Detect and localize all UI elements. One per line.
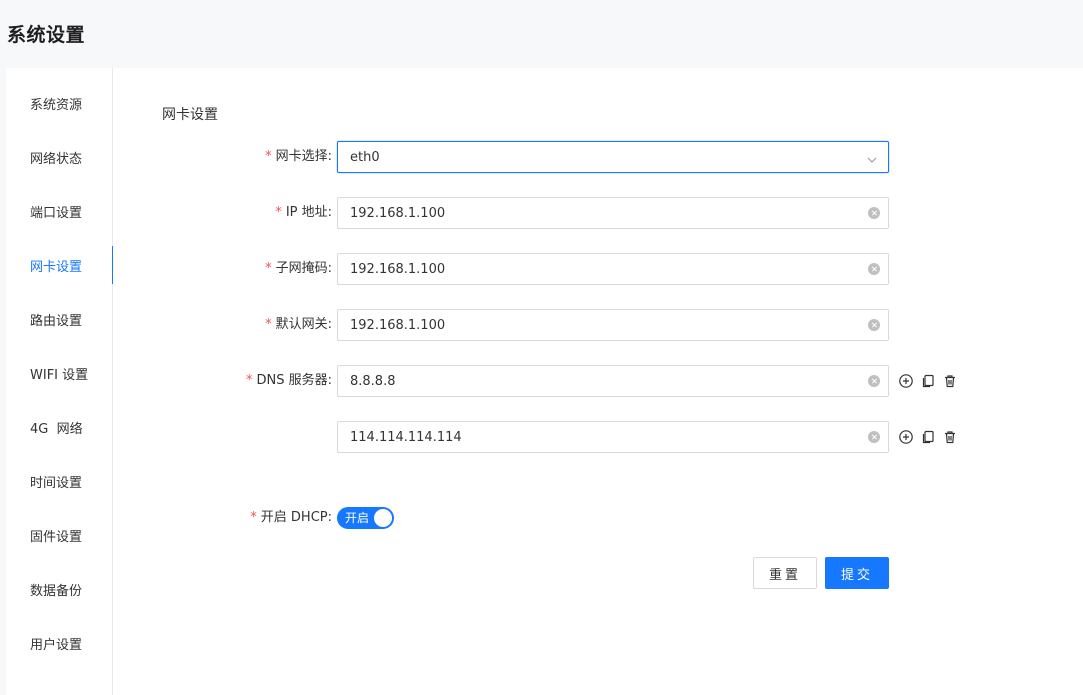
sidebar-item-port-settings[interactable]: 端口设置 [6, 192, 113, 230]
ip-row: * IP 地址: 192.168.1.100 [113, 197, 1083, 229]
dns-input-1[interactable]: 8.8.8.8 [337, 365, 889, 397]
sidebar: 系统资源 网络状态 端口设置 网卡设置 路由设置 WIFI 设置 4G 网络 时… [6, 68, 114, 695]
dhcp-label: * 开启 DHCP: [250, 510, 332, 525]
required-mark: * [265, 261, 272, 276]
dns-label: * DNS 服务器: [246, 373, 332, 388]
sidebar-item-time-settings[interactable]: 时间设置 [6, 462, 113, 500]
required-mark: * [275, 205, 282, 220]
mask-input[interactable]: 192.168.1.100 [337, 253, 889, 285]
dns-row-1: * DNS 服务器: 8.8.8.8 [113, 365, 1083, 397]
gateway-input[interactable]: 192.168.1.100 [337, 309, 889, 341]
sidebar-item-route-settings[interactable]: 路由设置 [6, 300, 113, 338]
clear-circle-icon[interactable] [868, 375, 880, 387]
settings-page: 系统设置 系统资源 网络状态 端口设置 网卡设置 路由设置 WIFI 设置 4G… [0, 0, 1083, 695]
clear-circle-icon[interactable] [868, 319, 880, 331]
nic-select-row: * 网卡选择: eth0 [113, 141, 1083, 173]
dns-actions [898, 429, 958, 445]
sidebar-item-user-settings[interactable]: 用户设置 [6, 624, 113, 662]
dns-input-value: 114.114.114.114 [350, 429, 462, 445]
section-title: 网卡设置 [162, 107, 218, 123]
clear-circle-icon[interactable] [868, 431, 880, 443]
clear-circle-icon[interactable] [868, 263, 880, 275]
dns-input-2[interactable]: 114.114.114.114 [337, 421, 889, 453]
dhcp-row: * 开启 DHCP: 开启 [113, 502, 1083, 534]
dns-input-value: 8.8.8.8 [350, 373, 396, 389]
copy-icon[interactable] [920, 429, 936, 445]
submit-button[interactable]: 提交 [825, 557, 889, 589]
sidebar-item-data-backup[interactable]: 数据备份 [6, 570, 113, 608]
dns-row-2: 114.114.114.114 [113, 421, 1083, 453]
required-mark: * [265, 149, 272, 164]
chevron-down-icon [866, 151, 878, 163]
clear-circle-icon[interactable] [868, 207, 880, 219]
ip-input[interactable]: 192.168.1.100 [337, 197, 889, 229]
required-mark: * [250, 510, 257, 525]
ip-label: * IP 地址: [275, 205, 332, 220]
gateway-row: * 默认网关: 192.168.1.100 [113, 309, 1083, 341]
trash-icon[interactable] [942, 373, 958, 389]
dhcp-switch[interactable]: 开启 [337, 507, 394, 529]
required-mark: * [265, 317, 272, 332]
gateway-input-value: 192.168.1.100 [350, 317, 446, 333]
main-content: 网卡设置 * 网卡选择: eth0 * IP 地址: 192.168.1.100 *… [113, 68, 1083, 695]
dns-actions [898, 373, 958, 389]
mask-input-value: 192.168.1.100 [350, 261, 446, 277]
sidebar-item-4g-network[interactable]: 4G 网络 [6, 408, 113, 446]
required-mark: * [246, 373, 253, 388]
sidebar-item-wifi-settings[interactable]: WIFI 设置 [6, 354, 113, 392]
sidebar-item-network-status[interactable]: 网络状态 [6, 138, 113, 176]
nic-select[interactable]: eth0 [337, 141, 889, 173]
ip-input-value: 192.168.1.100 [350, 205, 446, 221]
reset-button[interactable]: 重置 [753, 557, 817, 589]
mask-label: * 子网掩码: [265, 261, 332, 276]
copy-icon[interactable] [920, 373, 936, 389]
plus-circle-icon[interactable] [898, 429, 914, 445]
page-title: 系统设置 [7, 24, 86, 46]
sidebar-item-system-resources[interactable]: 系统资源 [6, 84, 113, 122]
trash-icon[interactable] [942, 429, 958, 445]
nic-select-value: eth0 [350, 149, 380, 165]
plus-circle-icon[interactable] [898, 373, 914, 389]
mask-row: * 子网掩码: 192.168.1.100 [113, 253, 1083, 285]
sidebar-item-nic-settings[interactable]: 网卡设置 [6, 246, 114, 284]
gateway-label: * 默认网关: [265, 317, 332, 332]
sidebar-item-firmware-settings[interactable]: 固件设置 [6, 516, 113, 554]
switch-knob [374, 509, 392, 527]
nic-select-label: * 网卡选择: [265, 149, 332, 164]
dhcp-switch-text: 开启 [345, 511, 370, 525]
